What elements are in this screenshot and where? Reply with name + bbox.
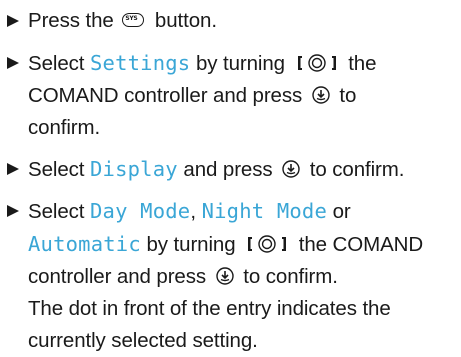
step-text: by turning [146,233,236,256]
step-text: the [348,52,377,75]
sys-button-icon-label: SYS [125,15,138,22]
step-text: The dot in front of the entry indicates … [28,297,391,320]
bullet-arrow-icon [7,163,19,175]
step-text: and press [183,158,273,181]
instruction-page: Press the SYS button. Select Settings by… [0,0,461,352]
menu-item-display: Display [90,157,178,181]
step-text: , [190,200,196,223]
press-controller-icon [311,85,331,105]
step-text: Press the [28,9,114,32]
instruction-step-2: Select Settings by turning the COMAND co… [7,47,457,144]
step-line: COMAND controller and press to [7,80,457,112]
step-line: Select Day Mode, Night Mode or [7,195,457,228]
step-line: Select Display and press to confirm. [7,153,457,186]
menu-item-night-mode: Night Mode [201,199,327,223]
step-text: the COMAND [298,233,424,256]
bullet-arrow-icon [7,205,19,217]
press-controller-icon [215,266,235,286]
step-line: currently selected setting. [7,325,457,357]
step-text: COMAND controller and press [28,84,303,107]
step-line: Select Settings by turning the [7,47,457,80]
step-line: Automatic by turning the COMAND [7,228,457,261]
menu-item-settings: Settings [90,51,191,75]
step-text: Select [28,200,85,223]
step-text: to confirm. [309,158,405,181]
step-line: controller and press to confirm. [7,261,457,293]
step-text: to [339,84,357,107]
step-text: by turning [195,52,285,75]
instruction-step-3: Select Display and press to confirm. [7,153,457,186]
step-text: button. [154,9,217,32]
step-text: or [332,200,351,223]
step-text: Select [28,52,85,75]
step-text: confirm. [28,116,101,139]
step-text: Select [28,158,85,181]
step-line: The dot in front of the entry indicates … [7,293,457,325]
turn-controller-icon [243,234,291,254]
bullet-arrow-icon [7,15,19,27]
turn-controller-icon [293,53,341,73]
instruction-step-1: Press the SYS button. [7,5,457,37]
menu-item-day-mode: Day Mode [90,199,191,223]
step-text: to confirm. [243,265,338,288]
press-controller-icon [281,159,301,179]
sys-button-icon: SYS [122,12,146,28]
step-line: confirm. [7,112,457,144]
instruction-step-4: Select Day Mode, Night Mode or Automatic… [7,195,457,357]
step-text: controller and press [28,265,207,288]
bullet-arrow-icon [7,57,19,69]
menu-item-automatic: Automatic [28,232,141,256]
step-line: Press the SYS button. [7,5,457,37]
